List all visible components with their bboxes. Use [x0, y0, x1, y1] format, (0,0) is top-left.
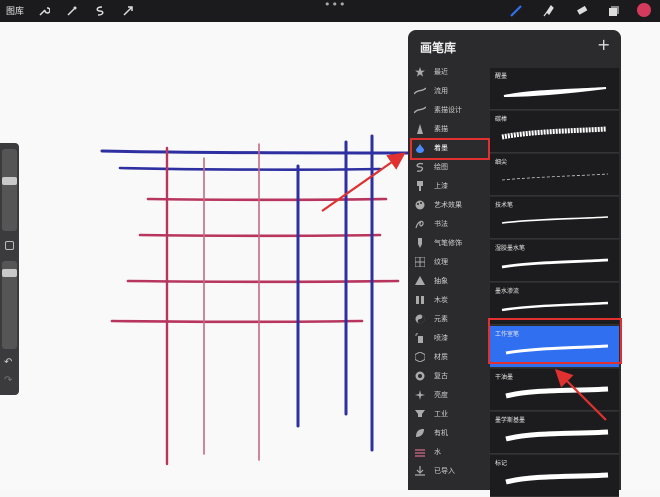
category-item[interactable]: 复古: [414, 368, 490, 384]
brush-size-slider[interactable]: [2, 149, 17, 231]
category-item[interactable]: 工业: [414, 406, 490, 422]
category-item[interactable]: 材质: [414, 349, 490, 365]
airbrush-icon: [414, 238, 426, 248]
category-item[interactable]: 书法: [414, 216, 490, 232]
modify-button[interactable]: [5, 241, 14, 250]
brush-stroke-preview: [501, 173, 609, 181]
texture-icon: [414, 257, 426, 267]
category-item[interactable]: 流用: [414, 83, 490, 99]
brush-tool-icon[interactable]: [508, 3, 524, 19]
star-icon: [414, 67, 426, 77]
brush-stroke-preview: [501, 126, 607, 140]
smudge-tool-icon[interactable]: [540, 3, 556, 19]
category-item[interactable]: 木炭: [414, 292, 490, 308]
top-toolbar: 图库 •••: [0, 0, 660, 22]
category-item[interactable]: 气笔修饰: [414, 235, 490, 251]
brush-item[interactable]: 细尖: [490, 154, 619, 196]
category-item[interactable]: 元素: [414, 311, 490, 327]
retro-icon: [414, 371, 426, 381]
wave-icon: [414, 105, 426, 115]
eraser-tool-icon[interactable]: [574, 3, 590, 19]
category-item[interactable]: 艺术效果: [414, 197, 490, 213]
brush-size-knob[interactable]: [2, 177, 17, 185]
undo-icon[interactable]: ↶: [4, 357, 12, 368]
brush-stroke-preview: [501, 216, 609, 224]
color-swatch[interactable]: [636, 2, 652, 18]
import-icon: [414, 466, 426, 476]
brush-stroke-preview: [505, 386, 609, 399]
category-item[interactable]: 最近: [414, 64, 490, 80]
category-item[interactable]: 已导入: [414, 463, 490, 479]
transform-icon[interactable]: [120, 3, 136, 19]
more-options-icon[interactable]: •••: [324, 0, 346, 11]
highlight-box-category: [410, 138, 490, 160]
spray-icon: [414, 333, 426, 343]
brush-stroke-preview: [505, 472, 609, 485]
brush-library-panel: 画笔库 + 最近 流用 素描设计 素描 着墨 绘图 上漆 艺术效果 书法 气笔修…: [408, 30, 622, 497]
category-item[interactable]: 水: [414, 444, 490, 460]
yin-yang-icon: [414, 314, 426, 324]
category-item[interactable]: 纹理: [414, 254, 490, 270]
panel-title: 画笔库: [420, 41, 457, 55]
category-item[interactable]: 素描: [414, 121, 490, 137]
add-brush-button[interactable]: +: [597, 35, 610, 54]
paint-brush-icon: [414, 181, 426, 191]
cube-icon: [414, 352, 426, 362]
charcoal-icon: [414, 295, 426, 305]
category-item[interactable]: 上漆: [414, 178, 490, 194]
category-item[interactable]: 抽象: [414, 273, 490, 289]
brush-item[interactable]: 湿胶墨水笔: [490, 240, 619, 282]
anvil-icon: [414, 409, 426, 419]
brush-stroke-preview: [501, 301, 609, 312]
swirl-icon: [414, 162, 426, 172]
palette-icon: [414, 200, 426, 210]
opacity-slider[interactable]: [2, 261, 17, 349]
left-sidebar: ↶ ↷: [0, 143, 19, 395]
brush-stroke-preview: [501, 258, 609, 269]
brush-item[interactable]: 碳棒: [490, 111, 619, 153]
water-icon: [414, 447, 426, 457]
brush-item[interactable]: 技术笔: [490, 197, 619, 239]
calligraphy-icon: [414, 219, 426, 229]
sparkle-icon: [414, 390, 426, 400]
brush-item[interactable]: 干油墨: [490, 369, 619, 411]
leaf-icon: [414, 428, 426, 438]
brush-item[interactable]: 墨学斯基墨: [490, 412, 619, 454]
brush-item[interactable]: 标记: [490, 455, 619, 497]
opacity-knob[interactable]: [2, 269, 17, 277]
brush-item[interactable]: 醒墨: [490, 68, 619, 110]
gallery-button[interactable]: 图库: [6, 4, 24, 17]
brush-stroke-preview: [503, 87, 607, 97]
layers-icon[interactable]: [606, 3, 622, 19]
category-item[interactable]: 素描设计: [414, 102, 490, 118]
selection-icon[interactable]: [92, 3, 108, 19]
magic-wand-icon[interactable]: [64, 3, 80, 19]
category-item[interactable]: 喷漆: [414, 330, 490, 346]
brush-stroke-preview: [505, 429, 609, 442]
redo-icon[interactable]: ↷: [4, 375, 12, 386]
wrench-icon[interactable]: [36, 3, 52, 19]
category-item[interactable]: 绘图: [414, 159, 490, 175]
category-item[interactable]: 有机: [414, 425, 490, 441]
highlight-box-brush: [488, 318, 622, 364]
pencil-icon: [414, 124, 426, 134]
triangle-icon: [414, 276, 426, 286]
category-item[interactable]: 亮度: [414, 387, 490, 403]
wave-icon: [414, 86, 426, 96]
